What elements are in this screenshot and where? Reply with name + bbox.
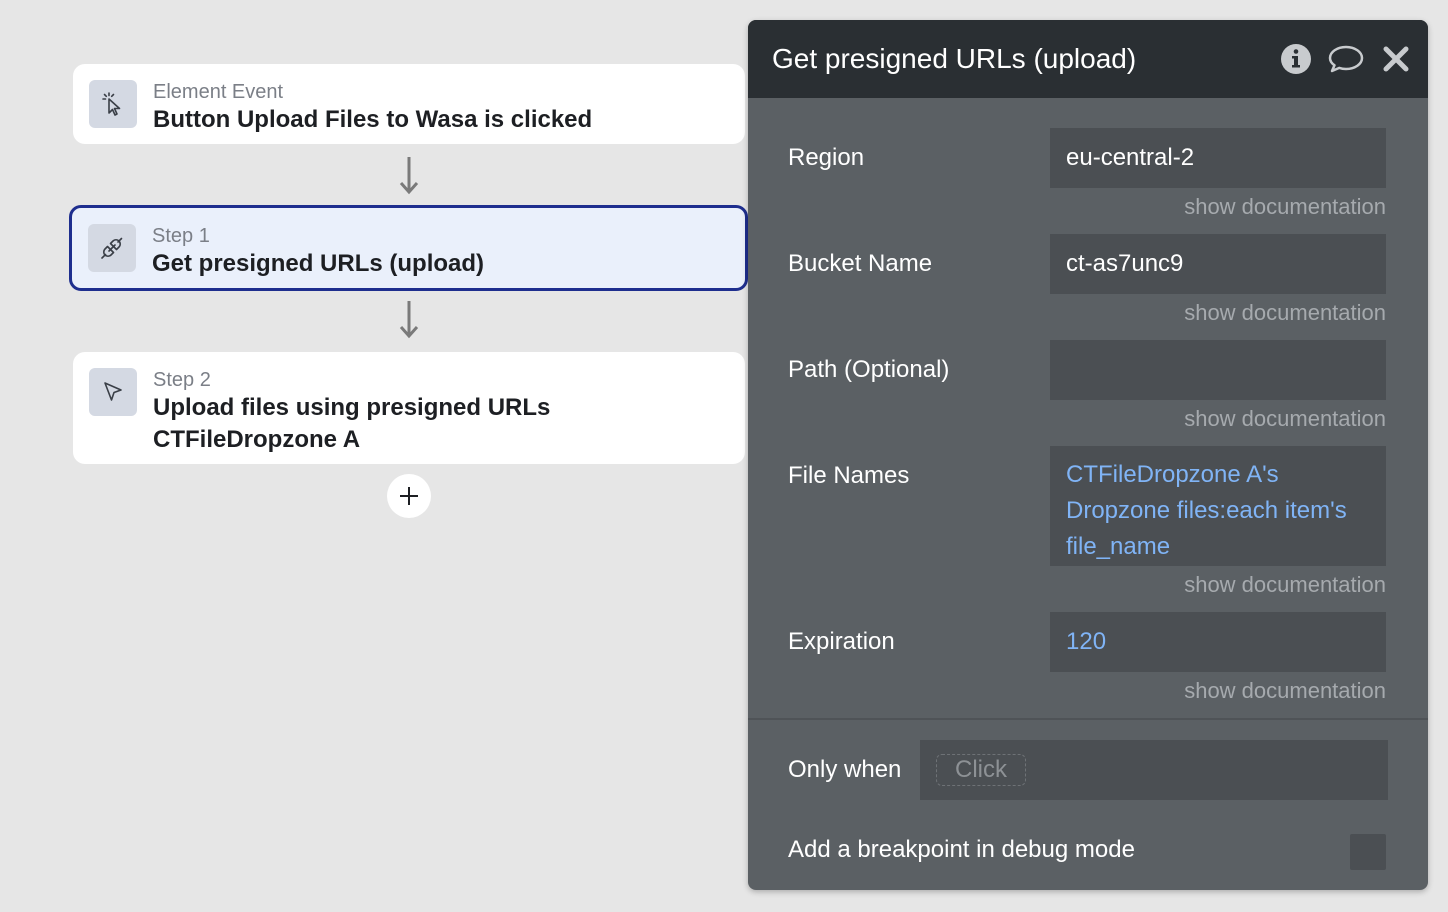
region-label: Region <box>788 144 865 171</box>
region-doc-link[interactable]: show documentation <box>1184 194 1386 220</box>
file-names-field[interactable]: CTFileDropzone A's Dropzone files:each i… <box>1050 446 1386 566</box>
file-names-line: Dropzone files:each item's <box>1066 497 1347 524</box>
step-2-card[interactable]: Step 2 Upload files using presigned URLs… <box>73 352 745 464</box>
flow-arrow-icon <box>399 301 419 339</box>
bucket-doc-link[interactable]: show documentation <box>1184 300 1386 326</box>
plus-icon <box>400 487 418 505</box>
file-names-line: file_name <box>1066 533 1171 560</box>
only-when-field[interactable]: Click <box>920 740 1388 800</box>
step-2-title-line2: CTFileDropzone A <box>153 426 361 453</box>
panel-header: Get presigned URLs (upload) <box>748 20 1428 98</box>
step-2-title-line1: Upload files using presigned URLs <box>153 394 551 421</box>
expiration-field[interactable]: 120 <box>1050 612 1386 672</box>
divider <box>748 718 1428 720</box>
add-step-button[interactable] <box>387 474 431 518</box>
pointer-icon <box>89 368 137 416</box>
region-field[interactable]: eu-central-2 <box>1050 128 1386 188</box>
action-property-panel: Get presigned URLs (upload) Region eu-ce… <box>748 20 1428 890</box>
step-2-kicker: Step 2 <box>153 369 211 391</box>
info-icon[interactable] <box>1278 41 1314 77</box>
workflow-editor: Element Event Button Upload Files to Was… <box>0 0 1448 912</box>
event-title: Button Upload Files to Wasa is clicked <box>153 106 593 133</box>
step-1-kicker: Step 1 <box>152 225 210 247</box>
step-1-title: Get presigned URLs (upload) <box>152 250 485 277</box>
path-label: Path (Optional) <box>788 356 950 383</box>
step-1-card[interactable]: Step 1 Get presigned URLs (upload) <box>69 205 748 291</box>
comment-icon[interactable] <box>1328 41 1364 77</box>
cursor-click-icon <box>89 80 137 128</box>
file-names-label: File Names <box>788 462 910 489</box>
expiration-doc-link[interactable]: show documentation <box>1184 678 1386 704</box>
bucket-name-label: Bucket Name <box>788 250 933 277</box>
bucket-name-field[interactable]: ct-as7unc9 <box>1050 234 1386 294</box>
only-when-label: Only when <box>788 756 902 783</box>
path-doc-link[interactable]: show documentation <box>1184 406 1386 432</box>
breakpoint-label: Add a breakpoint in debug mode <box>788 836 1135 863</box>
panel-title: Get presigned URLs (upload) <box>772 43 1137 74</box>
flow-arrow-icon <box>399 157 419 195</box>
close-icon[interactable] <box>1378 41 1414 77</box>
event-kicker: Element Event <box>153 81 284 103</box>
plug-icon <box>88 224 136 272</box>
expiration-label: Expiration <box>788 628 895 655</box>
file-names-doc-link[interactable]: show documentation <box>1184 572 1386 598</box>
click-placeholder[interactable]: Click <box>936 754 1026 786</box>
file-names-line: CTFileDropzone A's <box>1066 461 1279 488</box>
event-card[interactable]: Element Event Button Upload Files to Was… <box>73 64 745 144</box>
breakpoint-checkbox[interactable] <box>1350 834 1386 870</box>
path-field[interactable] <box>1050 340 1386 400</box>
